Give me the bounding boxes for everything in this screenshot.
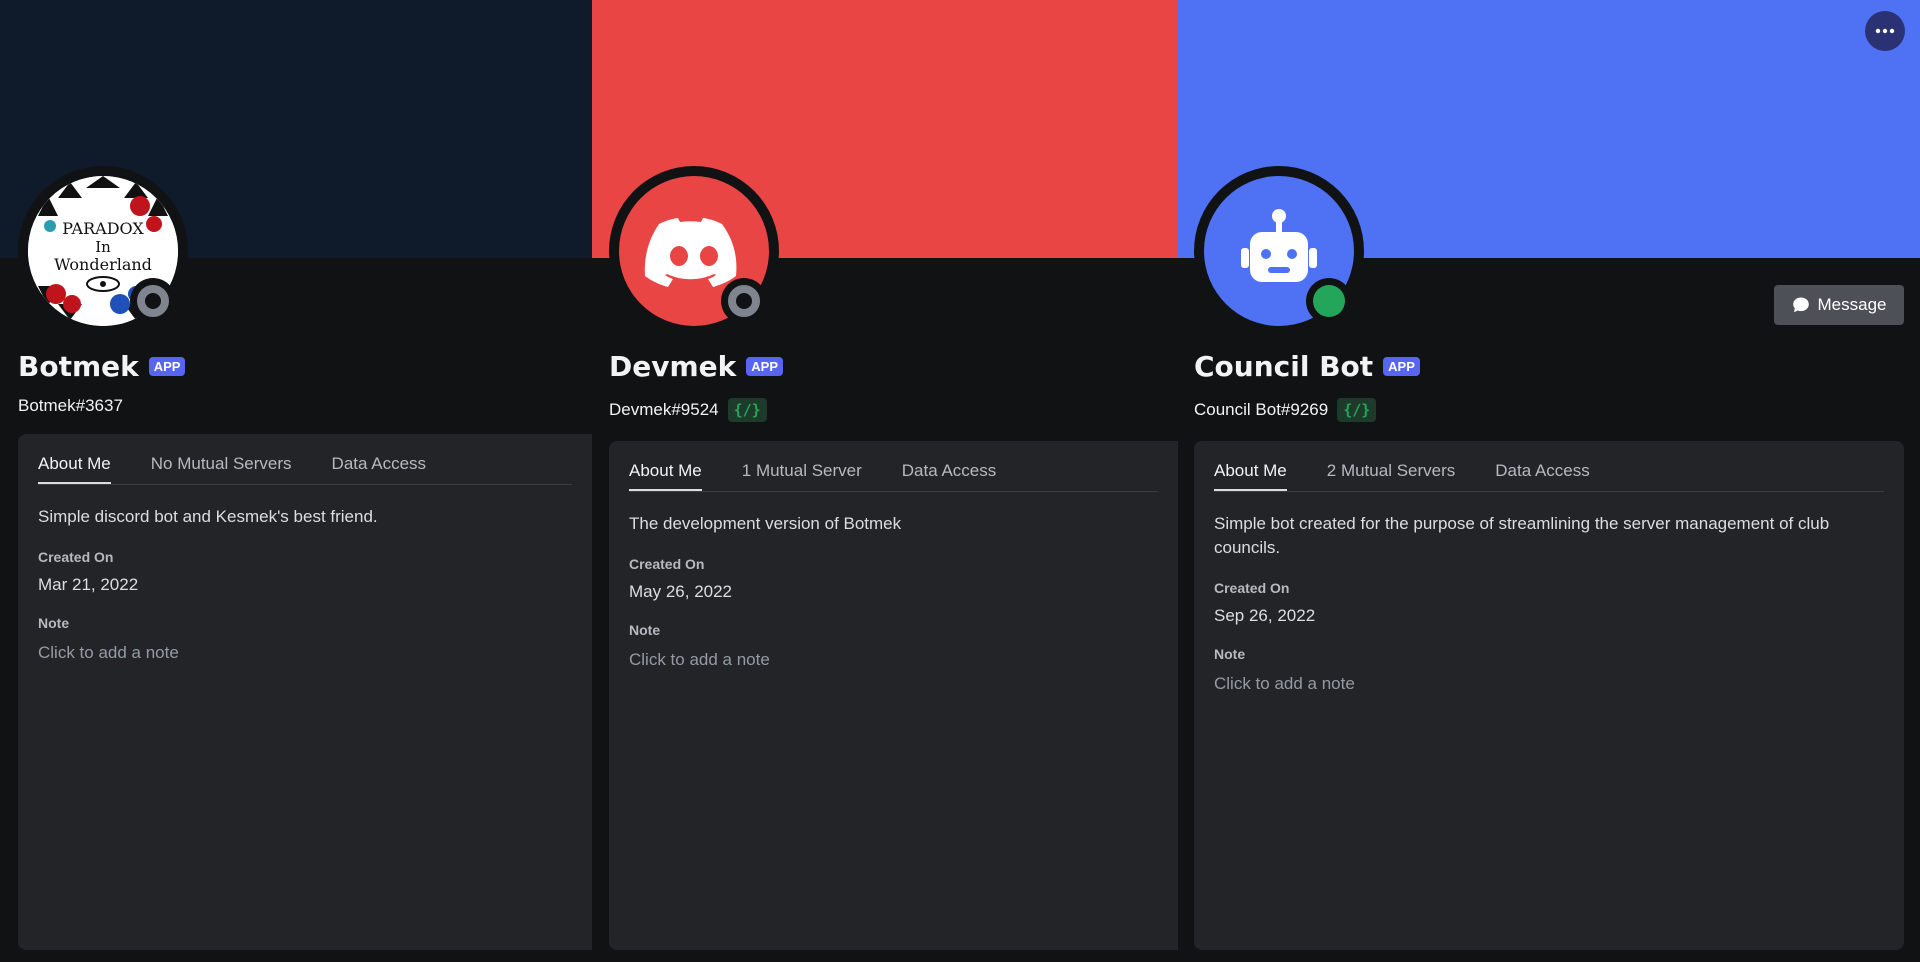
profile-tabs: About Me No Mutual Servers Data Access — [38, 434, 572, 485]
profile-tabs: About Me 1 Mutual Server Data Access — [629, 441, 1158, 492]
bio-text: Simple bot created for the purpose of st… — [1214, 514, 1830, 557]
status-indicator-online — [1306, 278, 1352, 324]
chat-bubble-icon — [1792, 297, 1809, 313]
avatar[interactable]: PARADOX In Wonderland — [18, 166, 188, 336]
tab-data-access[interactable]: Data Access — [1495, 461, 1590, 491]
tab-about-me[interactable]: About Me — [1214, 461, 1287, 491]
avatar-text-line-2: In — [95, 238, 111, 256]
bio-text: Simple discord bot and Kesmek's best fri… — [38, 507, 378, 526]
profile-card: About Me 1 Mutual Server Data Access The… — [609, 441, 1178, 950]
username-tag[interactable]: Botmek#3637 — [18, 396, 123, 416]
avatar-text-line-3: Wonderland — [54, 255, 152, 274]
display-name[interactable]: Botmek — [18, 350, 139, 383]
tab-data-access[interactable]: Data Access — [902, 461, 997, 491]
avatar[interactable] — [609, 166, 779, 336]
created-on-label: Created On — [38, 549, 114, 565]
tab-data-access[interactable]: Data Access — [332, 454, 427, 484]
profile-card: About Me 2 Mutual Servers Data Access Si… — [1194, 441, 1904, 950]
note-label: Note — [629, 622, 661, 638]
profile-panel-botmek: PARADOX In Wonderland Botmek APP Botmek#… — [0, 0, 592, 962]
note-input[interactable]: Click to add a note — [629, 650, 1158, 670]
username-tag[interactable]: Council Bot#9269 — [1194, 400, 1328, 420]
profile-card: About Me No Mutual Servers Data Access S… — [18, 434, 592, 950]
note-input[interactable]: Click to add a note — [38, 643, 572, 663]
tab-about-me[interactable]: About Me — [629, 461, 702, 491]
tab-about-me[interactable]: About Me — [38, 454, 111, 484]
status-indicator-offline — [721, 278, 767, 324]
slash-commands-badge[interactable]: {/} — [727, 398, 767, 422]
more-options-button[interactable] — [1865, 11, 1905, 51]
profile-tabs: About Me 2 Mutual Servers Data Access — [1214, 441, 1884, 492]
display-name[interactable]: Devmek — [609, 350, 736, 383]
app-badge: APP — [148, 357, 186, 376]
avatar-text-line-1: PARADOX — [62, 219, 144, 238]
app-badge: APP — [1383, 357, 1420, 376]
avatar[interactable] — [1194, 166, 1364, 336]
tab-mutual-servers[interactable]: No Mutual Servers — [151, 454, 292, 484]
status-indicator-offline — [130, 278, 176, 324]
created-on-value: Mar 21, 2022 — [38, 575, 139, 594]
note-label: Note — [1214, 646, 1246, 662]
app-badge: APP — [746, 357, 784, 376]
created-on-value: May 26, 2022 — [629, 582, 733, 601]
note-label: Note — [38, 615, 70, 631]
note-input[interactable]: Click to add a note — [1214, 674, 1884, 694]
created-on-label: Created On — [629, 556, 705, 572]
ellipsis-icon — [1875, 28, 1895, 34]
username-tag[interactable]: Devmek#9524 — [609, 400, 719, 420]
bio-text: The development version of Botmek — [629, 514, 902, 533]
profile-panel-council-bot: Council Bot APP Council Bot#9269 {/} Abo… — [1178, 0, 1920, 962]
display-name[interactable]: Council Bot — [1194, 350, 1373, 383]
tab-mutual-servers[interactable]: 1 Mutual Server — [742, 461, 862, 491]
slash-commands-badge[interactable]: {/} — [1337, 398, 1377, 422]
tab-mutual-servers[interactable]: 2 Mutual Servers — [1327, 461, 1456, 491]
profile-panel-devmek: Devmek APP Devmek#9524 {/} About Me 1 Mu… — [592, 0, 1178, 962]
created-on-value: Sep 26, 2022 — [1214, 606, 1316, 625]
message-button-label: Message — [1817, 295, 1887, 314]
created-on-label: Created On — [1214, 580, 1290, 596]
message-button[interactable]: Message — [1774, 285, 1904, 325]
